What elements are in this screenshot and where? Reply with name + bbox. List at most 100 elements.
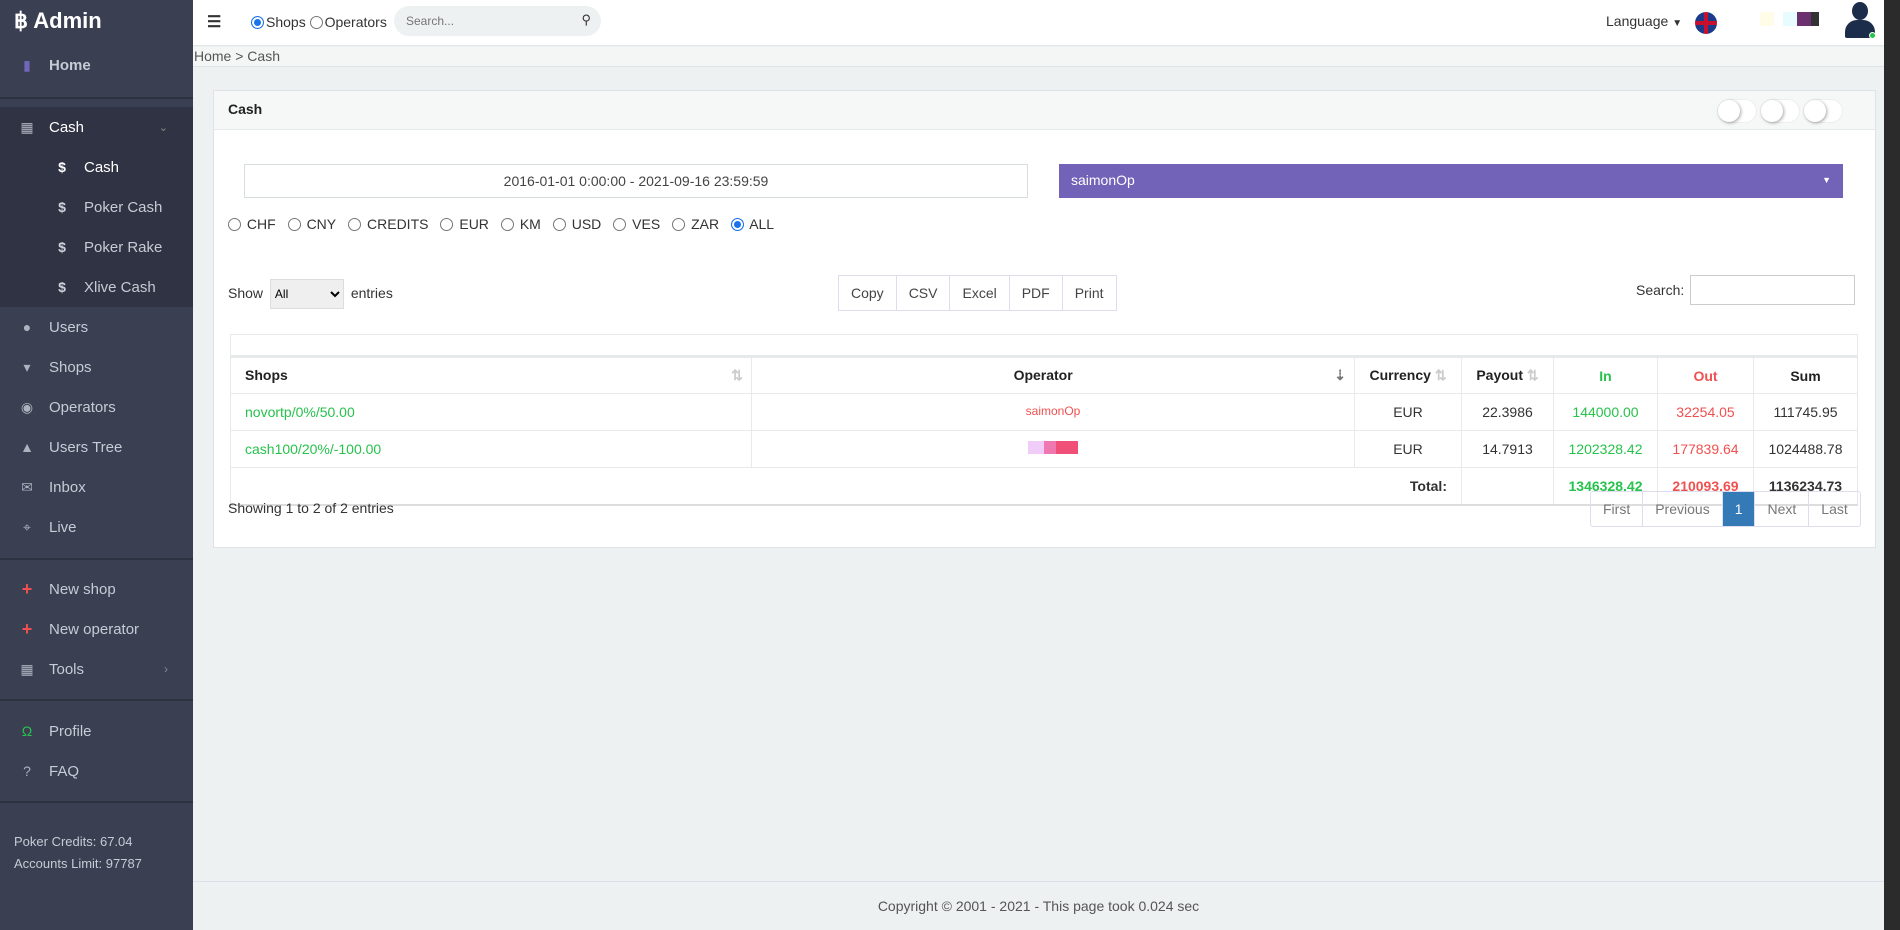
sidebar-item-profile[interactable]: Ω Profile — [0, 711, 193, 751]
sum-cell: 1024488.78 — [1753, 430, 1858, 468]
color-swatch — [1797, 12, 1811, 26]
pdf-button[interactable]: PDF — [1009, 276, 1063, 310]
next-page-button[interactable]: Next — [1755, 492, 1810, 526]
label: Poker Rake — [84, 238, 163, 256]
caret-down-icon: ▼ — [1672, 18, 1683, 29]
label: CREDITS — [367, 216, 429, 232]
envelope-icon: ✉ — [21, 478, 33, 495]
currency-radio-cny[interactable]: CNY — [287, 216, 337, 232]
operator-select[interactable]: saimonOp ▼ — [1059, 164, 1843, 198]
currency-radio-eur[interactable]: EUR — [440, 216, 489, 232]
shop-link[interactable]: cash100/20%/-100.00 — [230, 430, 752, 468]
search-input[interactable] — [394, 6, 564, 36]
sidebar-item-new-shop[interactable]: + New shop — [0, 569, 193, 609]
label: Inbox — [49, 478, 86, 496]
col-shops[interactable]: Shops ⇅ — [230, 356, 752, 394]
print-button[interactable]: Print — [1062, 276, 1116, 310]
export-buttons: Copy CSV Excel PDF Print — [838, 275, 1117, 311]
uk-flag-icon[interactable] — [1695, 12, 1717, 34]
avatar[interactable] — [1843, 2, 1877, 40]
currency-radio-ves[interactable]: VES — [613, 216, 660, 232]
currency-radio-all[interactable]: ALL — [731, 216, 774, 232]
col-sum[interactable]: Sum — [1753, 356, 1858, 394]
copy-button[interactable]: Copy — [839, 276, 897, 310]
radio-icon — [287, 218, 301, 231]
sidebar-subitem-xlive-cash[interactable]: $ Xlive Cash — [0, 267, 193, 307]
toggle-switch[interactable] — [1717, 99, 1757, 123]
col-in[interactable]: In — [1553, 356, 1658, 394]
question-icon: ? — [23, 763, 31, 779]
divider — [0, 97, 193, 99]
sum-cell: 111745.95 — [1753, 393, 1858, 431]
currency-radio-usd[interactable]: USD — [552, 216, 601, 232]
label: New operator — [49, 620, 140, 638]
dollar-icon: $ — [58, 239, 66, 255]
bar-chart-icon: ▮ — [23, 56, 31, 73]
sort-icon: ⇅ — [1526, 367, 1539, 383]
csv-button[interactable]: CSV — [896, 276, 951, 310]
radio-icon — [440, 218, 454, 231]
label: Cash — [49, 118, 85, 136]
breadcrumb: Home > Cash — [193, 47, 1884, 67]
sidebar-item-new-operator[interactable]: + New operator — [0, 609, 193, 649]
in-cell: 1202328.42 — [1553, 430, 1658, 468]
online-status-icon — [1869, 32, 1876, 39]
scrollbar[interactable] — [1884, 0, 1900, 930]
operator-cell[interactable] — [751, 430, 1355, 468]
radio-icon — [228, 218, 241, 231]
sidebar-item-shops[interactable]: ▾ Shops — [0, 347, 193, 387]
date-range-input[interactable]: 2016-01-01 0:00:00 - 2021-09-16 23:59:59 — [244, 164, 1028, 198]
radio-operators[interactable]: Operators — [309, 14, 387, 30]
sidebar-subitem-poker-rake[interactable]: $ Poker Rake — [0, 227, 193, 267]
sidebar-item-tools[interactable]: ▦ Tools › — [0, 649, 193, 689]
sidebar-subitem-poker-cash[interactable]: $ Poker Cash — [0, 187, 193, 227]
currency-radios: CHF CNY CREDITS EUR KM USD VES ZAR ALL — [228, 216, 786, 232]
menu-toggle-icon[interactable]: ☰ — [207, 12, 221, 32]
col-operator[interactable]: Operator ⇣ — [751, 356, 1355, 394]
panel-title: Cash — [214, 91, 1875, 130]
caret-down-icon: ▼ — [1822, 175, 1831, 185]
radio-shops[interactable]: Shops — [251, 14, 306, 30]
label: CNY — [306, 216, 337, 232]
color-swatch — [1760, 12, 1774, 26]
col-out[interactable]: Out — [1657, 356, 1754, 394]
radio-icon — [672, 218, 686, 231]
col-currency[interactable]: Currency ⇅ — [1354, 356, 1462, 394]
sidebar-item-faq[interactable]: ? FAQ — [0, 751, 193, 791]
currency-radio-km[interactable]: KM — [500, 216, 541, 232]
table-search-input[interactable] — [1690, 275, 1856, 305]
sidebar-item-home[interactable]: ▮ Home — [0, 45, 193, 85]
operator-cell[interactable]: saimonOp — [751, 393, 1355, 431]
dollar-icon: $ — [58, 159, 66, 175]
label: KM — [519, 216, 541, 232]
page-1-button[interactable]: 1 — [1722, 492, 1756, 526]
total-label: Total: — [230, 467, 1462, 505]
length-control: Show All entries — [228, 279, 393, 309]
radio-icon — [613, 218, 627, 231]
brand[interactable]: ฿ Admin — [14, 8, 102, 34]
grid-icon: ▦ — [20, 118, 34, 135]
tree-icon: ▲ — [20, 439, 34, 455]
shop-link[interactable]: novortp/0%/50.00 — [230, 393, 752, 431]
col-payout[interactable]: Payout ⇅ — [1461, 356, 1554, 394]
toggle-switch[interactable] — [1803, 99, 1843, 123]
last-page-button[interactable]: Last — [1809, 492, 1859, 526]
currency-radio-zar[interactable]: ZAR — [672, 216, 719, 232]
entries-select[interactable]: All — [269, 279, 344, 309]
sidebar-item-users-tree[interactable]: ▲ Users Tree — [0, 427, 193, 467]
sidebar-item-live[interactable]: ⌖ Live — [0, 507, 193, 547]
sidebar-item-inbox[interactable]: ✉ Inbox — [0, 467, 193, 507]
currency-radio-credits[interactable]: CREDITS — [348, 216, 428, 232]
sidebar-item-users[interactable]: ● Users — [0, 307, 193, 347]
toggle-switch[interactable] — [1760, 99, 1800, 123]
divider — [0, 801, 193, 803]
excel-button[interactable]: Excel — [950, 276, 1010, 310]
sidebar-item-cash[interactable]: ▦ Cash ⌄ — [0, 107, 193, 147]
sidebar-subitem-cash[interactable]: $ Cash — [0, 147, 193, 187]
language-dropdown[interactable]: Language ▼ — [1606, 13, 1682, 29]
search-icon[interactable]: ⚲ — [581, 12, 591, 28]
currency-radio-chf[interactable]: CHF — [228, 216, 276, 232]
first-page-button[interactable]: First — [1591, 492, 1644, 526]
sidebar-item-operators[interactable]: ◉ Operators — [0, 387, 193, 427]
previous-page-button[interactable]: Previous — [1643, 492, 1723, 526]
